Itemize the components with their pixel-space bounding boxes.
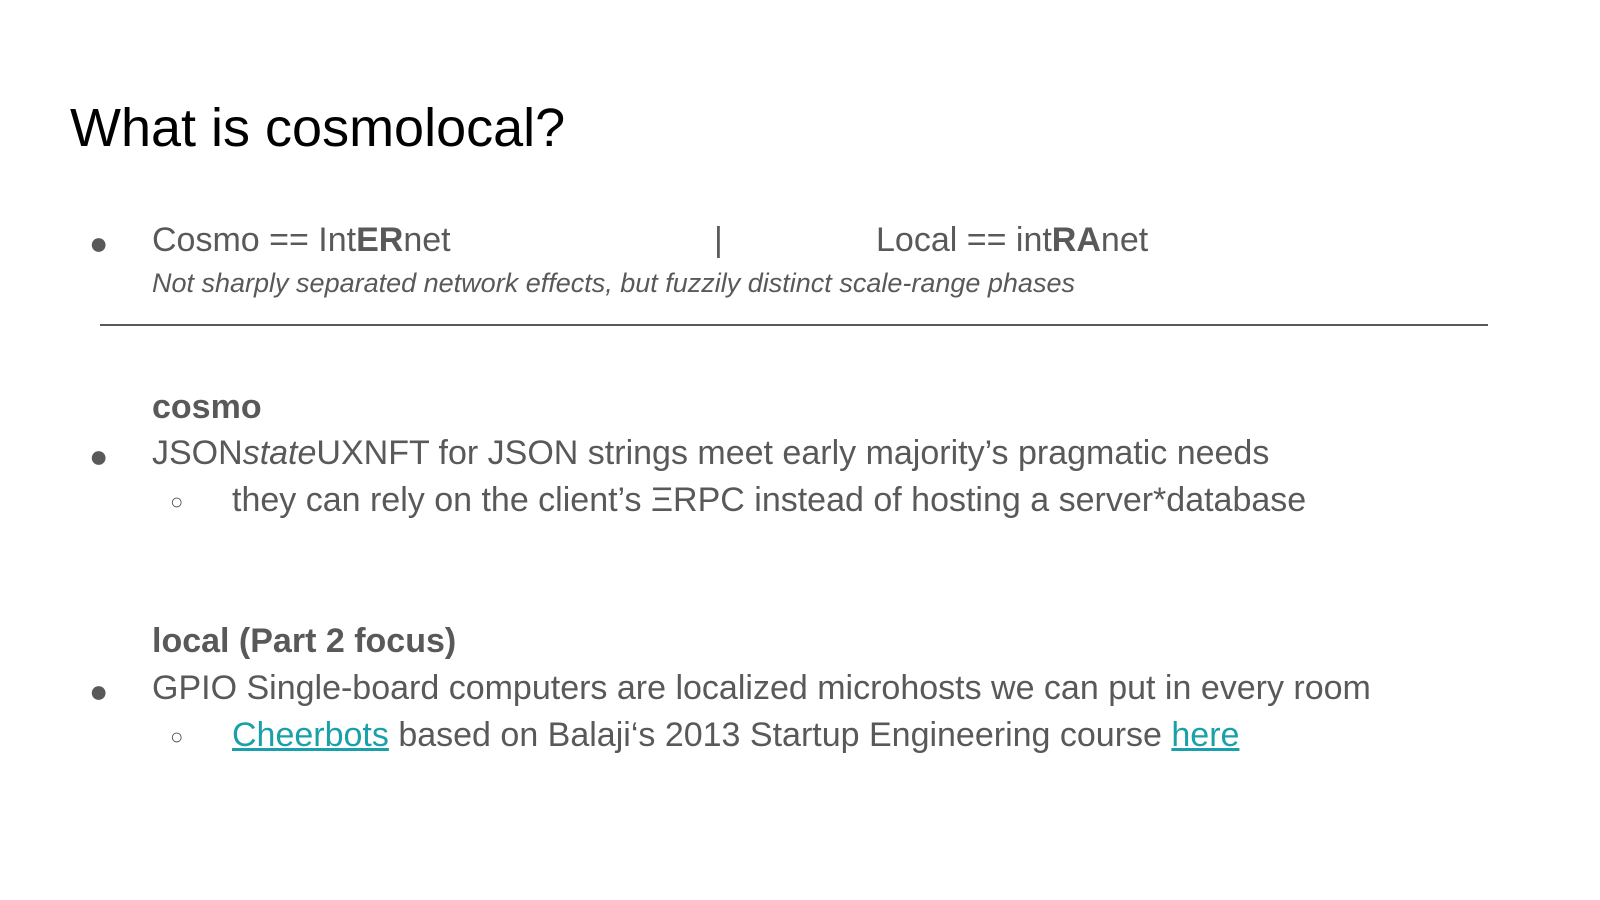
- cosmo-internet-suffix: net: [403, 221, 451, 259]
- local-bullet-text: GPIO Single-board computers are localize…: [152, 669, 1371, 707]
- intro-separator: |: [714, 221, 723, 259]
- local-intranet-text: Local == intRAnet: [876, 220, 1148, 261]
- cheerbots-link[interactable]: Cheerbots: [232, 716, 389, 754]
- local-sub-bullet-text: Cheerbots based on Balaji‘s 2013 Startup…: [232, 715, 1239, 756]
- hollow-bullet-icon: ○: [170, 489, 184, 514]
- bullet-icon: ●: [89, 225, 109, 261]
- local-sub-middle-text: based on Balaji‘s 2013 Startup Engineeri…: [388, 716, 1172, 754]
- cosmo-internet-prefix: Cosmo == Int: [152, 221, 357, 259]
- cosmo-sub-bullet-text: they can rely on the client’s ΞRPC inste…: [232, 481, 1307, 519]
- local-heading: local (Part 2 focus): [152, 622, 457, 660]
- cosmo-line-italic: state: [242, 434, 317, 472]
- divider-line: [100, 324, 1488, 326]
- here-link[interactable]: here: [1171, 716, 1239, 754]
- hollow-bullet-icon: ○: [170, 724, 184, 749]
- cosmo-internet-text: Cosmo == IntERnet: [152, 220, 451, 261]
- local-intranet-bold: RA: [1051, 221, 1101, 259]
- local-intranet-prefix: Local == int: [876, 221, 1052, 259]
- cosmo-bullet-text: JSONstateUXNFT for JSON strings meet ear…: [152, 433, 1269, 474]
- cosmo-heading: cosmo: [152, 388, 262, 426]
- intro-subtitle: Not sharply separated network effects, b…: [152, 268, 1075, 298]
- slide-title: What is cosmolocal?: [70, 98, 566, 158]
- cosmo-internet-bold: ER: [356, 221, 404, 259]
- bullet-icon: ●: [89, 438, 109, 474]
- bullet-icon: ●: [89, 673, 109, 709]
- local-intranet-suffix: net: [1100, 221, 1149, 259]
- cosmo-line-suffix: UXNFT for JSON strings meet early majori…: [316, 434, 1270, 472]
- cosmo-line-prefix: JSON: [152, 434, 243, 472]
- slide: What is cosmolocal? ● Cosmo == IntERnet …: [0, 0, 1600, 900]
